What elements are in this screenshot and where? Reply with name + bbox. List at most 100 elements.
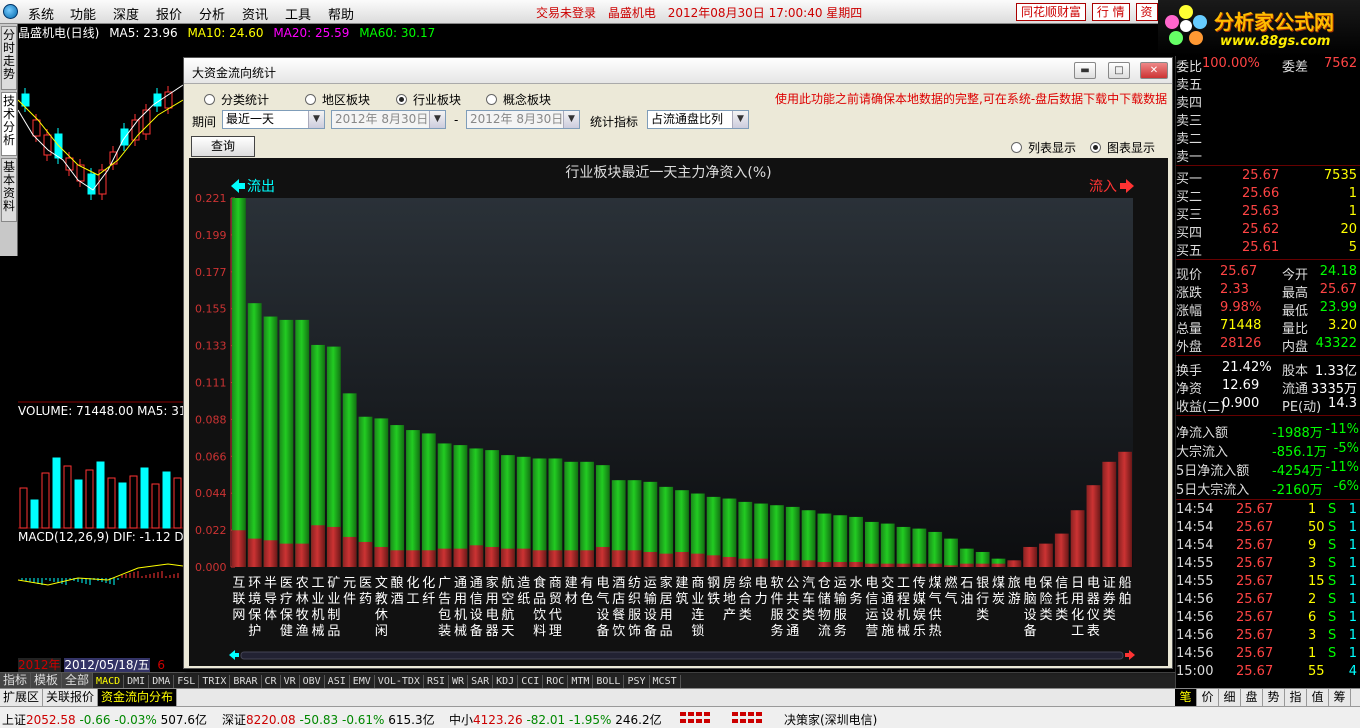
bar-group[interactable] [770, 505, 784, 567]
inflow-bar[interactable] [469, 545, 484, 567]
outflow-bar[interactable] [437, 443, 452, 567]
bar-group[interactable] [611, 480, 626, 567]
inflow-bar[interactable] [548, 550, 563, 567]
industry-flow-chart[interactable]: 行业板块最近一天主力净资入(%) 流出 流入 0.221 0.199 0.177 0.155… [189, 158, 1168, 666]
bar-group[interactable] [706, 496, 721, 567]
bar-group[interactable] [690, 493, 705, 567]
kline-chart[interactable] [18, 40, 183, 656]
inflow-bar[interactable] [279, 543, 294, 567]
outflow-bar[interactable] [928, 531, 943, 567]
inflow-bar[interactable] [611, 550, 626, 567]
bar-group[interactable] [864, 521, 879, 567]
tab-price[interactable]: 价 [1197, 689, 1219, 706]
inflow-bar[interactable] [912, 563, 927, 567]
bar-group[interactable] [295, 319, 310, 567]
inflow-bar[interactable] [833, 561, 848, 567]
bar-group[interactable] [311, 344, 325, 567]
inflow-bar[interactable] [959, 563, 974, 567]
outflow-bar[interactable] [864, 521, 879, 567]
outflow-bar[interactable] [880, 523, 895, 567]
outflow-bar[interactable] [738, 501, 753, 567]
bar-group[interactable] [1070, 510, 1085, 567]
inflow-bar[interactable] [358, 541, 373, 567]
bar-group[interactable] [548, 458, 563, 567]
outflow-bar[interactable] [232, 198, 246, 567]
bar-group[interactable] [532, 458, 547, 567]
inflow-bar[interactable] [944, 565, 958, 567]
tab-fund-flow[interactable]: 资金流向分布 [98, 689, 178, 706]
inflow-bar[interactable] [326, 526, 341, 567]
bar-group[interactable] [675, 490, 689, 567]
market-button[interactable]: 行 情 [1091, 3, 1130, 21]
bar-group[interactable] [437, 443, 452, 567]
minimize-icon[interactable]: ▬ [1074, 62, 1096, 79]
radio-industry[interactable]: 行业板块 [396, 91, 461, 108]
tab-orderbook[interactable]: 盘 [1241, 689, 1263, 706]
tab-all[interactable]: 全部 [62, 673, 94, 688]
tab-chips[interactable]: 筹 [1329, 689, 1351, 706]
outflow-bar[interactable] [849, 516, 863, 567]
tab-detail[interactable]: 细 [1219, 689, 1241, 706]
inflow-bar[interactable] [864, 563, 879, 567]
radio-list-view[interactable]: 列表显示 [1011, 139, 1076, 156]
bar-group[interactable] [1086, 485, 1101, 567]
bar-group[interactable] [1054, 533, 1069, 567]
bar-group[interactable] [991, 558, 1006, 567]
bar-group[interactable] [1039, 543, 1053, 567]
bar-group[interactable] [833, 515, 848, 567]
inflow-bar[interactable] [390, 550, 405, 567]
bar-group[interactable] [944, 538, 958, 567]
inflow-bar[interactable] [406, 550, 420, 567]
bar-group[interactable] [801, 510, 816, 567]
outflow-bar[interactable] [390, 425, 405, 567]
inflow-bar[interactable] [722, 556, 737, 567]
tab-technical[interactable]: 技术分析 [1, 92, 17, 156]
inflow-bar[interactable] [880, 563, 895, 567]
outflow-bar[interactable] [279, 319, 294, 567]
menu-analysis[interactable]: 分析 [199, 4, 225, 23]
outflow-bar[interactable] [295, 319, 310, 567]
outflow-bar[interactable] [374, 418, 389, 567]
bar-group[interactable] [421, 433, 436, 567]
bar-group[interactable] [485, 450, 500, 567]
bar-group[interactable] [358, 416, 373, 567]
inflow-bar[interactable] [643, 551, 658, 567]
bar-group[interactable] [1023, 546, 1038, 567]
scroll-left-icon[interactable] [229, 650, 239, 660]
bar-group[interactable] [659, 486, 674, 567]
inflow-bar[interactable] [675, 551, 689, 567]
menu-help[interactable]: 帮助 [328, 4, 354, 23]
outflow-bar[interactable] [263, 316, 278, 567]
menu-info[interactable]: 资讯 [242, 4, 268, 23]
bar-group[interactable] [1102, 461, 1117, 567]
inflow-bar[interactable] [738, 558, 753, 567]
inflow-bar[interactable] [342, 536, 357, 567]
inflow-bar[interactable] [516, 548, 531, 567]
tab-related-quotes[interactable]: 关联报价 [43, 689, 99, 706]
bar-group[interactable] [643, 481, 658, 567]
bar-group[interactable] [817, 513, 832, 567]
bar-group[interactable] [896, 526, 911, 567]
menu-quote[interactable]: 报价 [156, 4, 182, 23]
inflow-bar[interactable] [232, 530, 246, 567]
inflow-bar[interactable] [975, 563, 990, 567]
date-from-picker[interactable]: 2012年 8月30日 ▼ [331, 110, 446, 129]
outflow-bar[interactable] [247, 303, 262, 567]
bar-group[interactable] [374, 418, 389, 567]
inflow-bar[interactable] [485, 546, 500, 567]
inflow-bar[interactable] [532, 550, 547, 567]
menu-function[interactable]: 功能 [70, 4, 96, 23]
sh-index[interactable]: 上证2052.58 -0.66 -0.03% 507.6亿 [2, 711, 207, 728]
bar-group[interactable] [263, 316, 278, 567]
query-button[interactable]: 查询 [191, 136, 255, 157]
bar-group[interactable] [912, 528, 927, 567]
bar-group[interactable] [564, 461, 579, 567]
radio-concept[interactable]: 概念板块 [486, 91, 551, 108]
inflow-bar[interactable] [421, 550, 436, 567]
inflow-bar[interactable] [311, 525, 325, 567]
inflow-bar[interactable] [247, 538, 262, 567]
outflow-bar[interactable] [912, 528, 927, 567]
tab-intraday[interactable]: 分时走势 [1, 26, 17, 90]
inflow-bar[interactable] [706, 555, 721, 567]
inflow-bar[interactable] [501, 548, 515, 567]
